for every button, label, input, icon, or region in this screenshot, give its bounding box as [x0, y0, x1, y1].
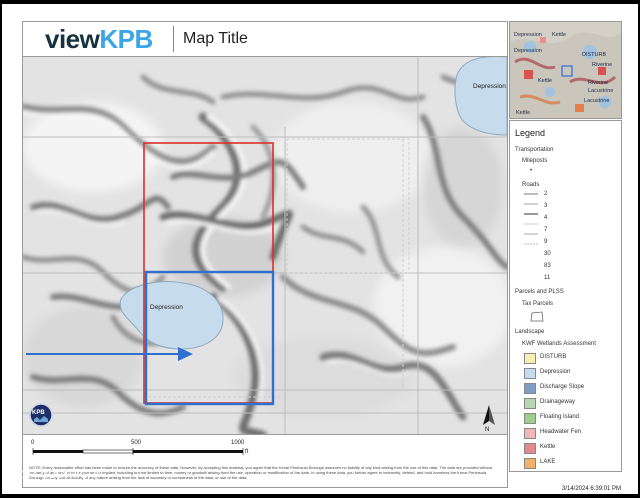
swatch-drainageway — [524, 398, 536, 409]
hillshade-map[interactable]: Depression Depression N KPB — [23, 57, 507, 435]
road-class-11: 11 — [544, 275, 551, 281]
overview-map[interactable]: Depression Kettle DISTURB Riverine Kettl… — [509, 21, 622, 119]
swatch-lake — [524, 458, 536, 469]
map-title: Map Title — [183, 30, 248, 47]
road-class-30: 30 — [544, 251, 551, 257]
viewkpb-logo: viewKPB — [45, 26, 153, 52]
legend-title: Legend — [515, 128, 546, 138]
overview-graphic: Depression Kettle DISTURB Riverine Kettl… — [510, 22, 621, 118]
label-discharge-slope: Discharge Slope — [540, 384, 585, 390]
overview-label-2: Kettle — [552, 32, 566, 38]
label-lake: LAKE — [540, 459, 556, 465]
overview-label-4: Riverine — [592, 62, 612, 68]
swatch-kettle — [524, 443, 536, 454]
kpb-badge[interactable]: KPB — [29, 403, 53, 427]
kpb-badge-text: KPB — [32, 410, 45, 416]
scale-tick-500: 500 — [131, 440, 142, 446]
logo-kpb-text: KPB — [99, 24, 153, 54]
depression-label-ne: Depression — [473, 83, 506, 90]
road-class-83: 83 — [544, 263, 551, 269]
legend-tax-parcels: Tax Parcels — [522, 301, 554, 307]
swatch-floating-island — [524, 413, 536, 424]
legend-transportation: Transportation — [515, 147, 554, 153]
label-drainageway: Drainageway — [540, 399, 576, 405]
logo-view-text: view — [45, 24, 100, 54]
print-date: 3/14/2024 6:39:01 PM — [562, 486, 622, 492]
swatch-headwater-fen — [524, 428, 536, 439]
legend-panel: Legend Transportation Mileposts • Roads … — [509, 120, 622, 472]
road-class-3: 3 — [544, 203, 548, 209]
depression-label-main: Depression — [150, 304, 183, 311]
label-headwater-fen: Headwater Fen — [540, 429, 582, 435]
legend-landscape: Landscape — [515, 329, 545, 335]
legend-mileposts: Mileposts — [522, 158, 548, 164]
overview-label-8: Lacustrine — [584, 98, 609, 104]
overview-label-9: Kettle — [516, 110, 530, 116]
scale-tick-1000: 1000 — [231, 440, 245, 446]
map-header: viewKPB Map Title — [22, 21, 508, 57]
swatch-disturb — [524, 353, 536, 364]
overview-label-5: Kettle — [538, 78, 552, 84]
north-letter: N — [485, 427, 489, 433]
road-class-2: 2 — [544, 191, 548, 197]
label-disturb: DISTURB — [540, 354, 567, 360]
header-divider — [173, 26, 174, 52]
map-sheet: viewKPB Map Title Depression Depression … — [2, 4, 638, 494]
legend-roads: Roads — [522, 182, 540, 188]
watermark: © 2024 COLYRIGHT — [2, 470, 103, 481]
scale-bar — [32, 448, 244, 455]
label-floating-island: Floating Island — [540, 414, 580, 420]
legend-kwf: KWF Wetlands Assessment — [522, 341, 596, 347]
road-symbols — [524, 193, 538, 245]
label-depression: Depression — [540, 369, 571, 375]
swatch-discharge-slope — [524, 383, 536, 394]
road-class-7: 7 — [544, 227, 548, 233]
overview-label-7: Lacustrine — [588, 88, 613, 94]
swatch-depression — [524, 368, 536, 379]
overview-label-3: DISTURB — [582, 52, 606, 58]
milepost-symbol: • — [530, 168, 533, 174]
overview-label-6: Riverine — [588, 80, 608, 86]
tax-parcel-symbol — [530, 311, 544, 322]
overview-label-1: Depression — [514, 32, 542, 38]
road-class-9: 9 — [544, 239, 548, 245]
overview-label-10: Depression — [514, 48, 542, 54]
label-kettle: Kettle — [540, 444, 556, 450]
map-frame[interactable]: Depression Depression N KPB — [22, 56, 508, 436]
scale-tick-0: 0 — [31, 440, 35, 446]
road-class-4: 4 — [544, 215, 548, 221]
legend-parcels-plss: Parcels and PLSS — [515, 289, 564, 295]
